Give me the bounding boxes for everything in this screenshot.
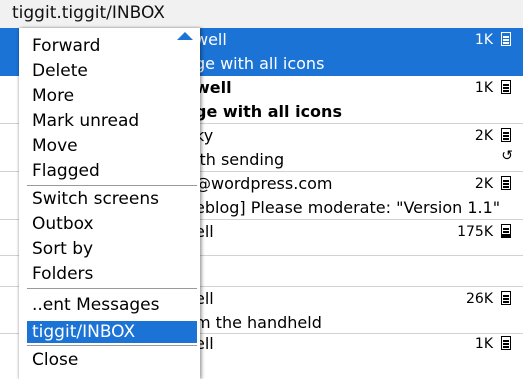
message-subject: m the handheld — [195, 313, 322, 332]
envelope-icon — [501, 32, 511, 46]
menu-item-flagged[interactable]: Flagged — [32, 160, 197, 182]
menu-separator — [27, 185, 197, 186]
menu-item-outbox[interactable]: Outbox — [32, 213, 197, 235]
email-app-screen: tiggit.tiggit/INBOX well 1K ge with all … — [0, 0, 523, 379]
menu-item-sort-by[interactable]: Sort by — [32, 238, 197, 260]
envelope-icon — [501, 291, 511, 305]
message-subject: ith sending — [195, 150, 285, 169]
menu-item-move[interactable]: Move — [32, 135, 197, 157]
menu-separator — [27, 345, 197, 346]
window-title: tiggit.tiggit/INBOX — [12, 3, 165, 23]
menu-item-close[interactable]: Close — [32, 349, 197, 371]
message-sender: well — [195, 78, 232, 97]
menu-item-forward[interactable]: Forward — [32, 35, 197, 57]
message-size: 1K — [474, 80, 493, 96]
envelope-icon — [501, 128, 511, 142]
pending-send-icon: ↺ — [501, 148, 513, 164]
message-size: 175K — [457, 224, 493, 240]
message-subject: ge with all icons — [195, 102, 342, 121]
menu-item-delete[interactable]: Delete — [32, 60, 197, 82]
message-subject: ge with all icons — [195, 54, 325, 73]
menu-item-tiggit-inbox[interactable]: tiggit/INBOX — [27, 321, 197, 343]
menu-item-folders[interactable]: Folders — [32, 263, 197, 285]
context-menu[interactable]: Forward Delete More Mark unread Move Fla… — [19, 28, 200, 379]
message-size: 26K — [466, 291, 493, 307]
envelope-icon — [501, 176, 511, 190]
envelope-icon — [501, 80, 511, 94]
message-size: 1K — [474, 32, 493, 48]
menu-separator — [27, 288, 197, 289]
menu-item-switch-screens[interactable]: Switch screens — [32, 188, 197, 210]
message-subject: eblog] Please moderate: "Version 1.1" — [195, 198, 501, 217]
envelope-open-icon — [501, 224, 511, 238]
title-bar: tiggit.tiggit/INBOX — [0, 0, 523, 29]
message-size: 2K — [474, 128, 493, 144]
menu-item-mark-unread[interactable]: Mark unread — [32, 110, 197, 132]
message-size: 1K — [474, 336, 493, 352]
message-sender: @wordpress.com — [195, 174, 333, 193]
envelope-icon — [501, 336, 511, 350]
menu-item-more[interactable]: More — [32, 85, 197, 107]
menu-item-sent-messages[interactable]: ..ent Messages — [32, 294, 197, 316]
message-size: 2K — [474, 176, 493, 192]
